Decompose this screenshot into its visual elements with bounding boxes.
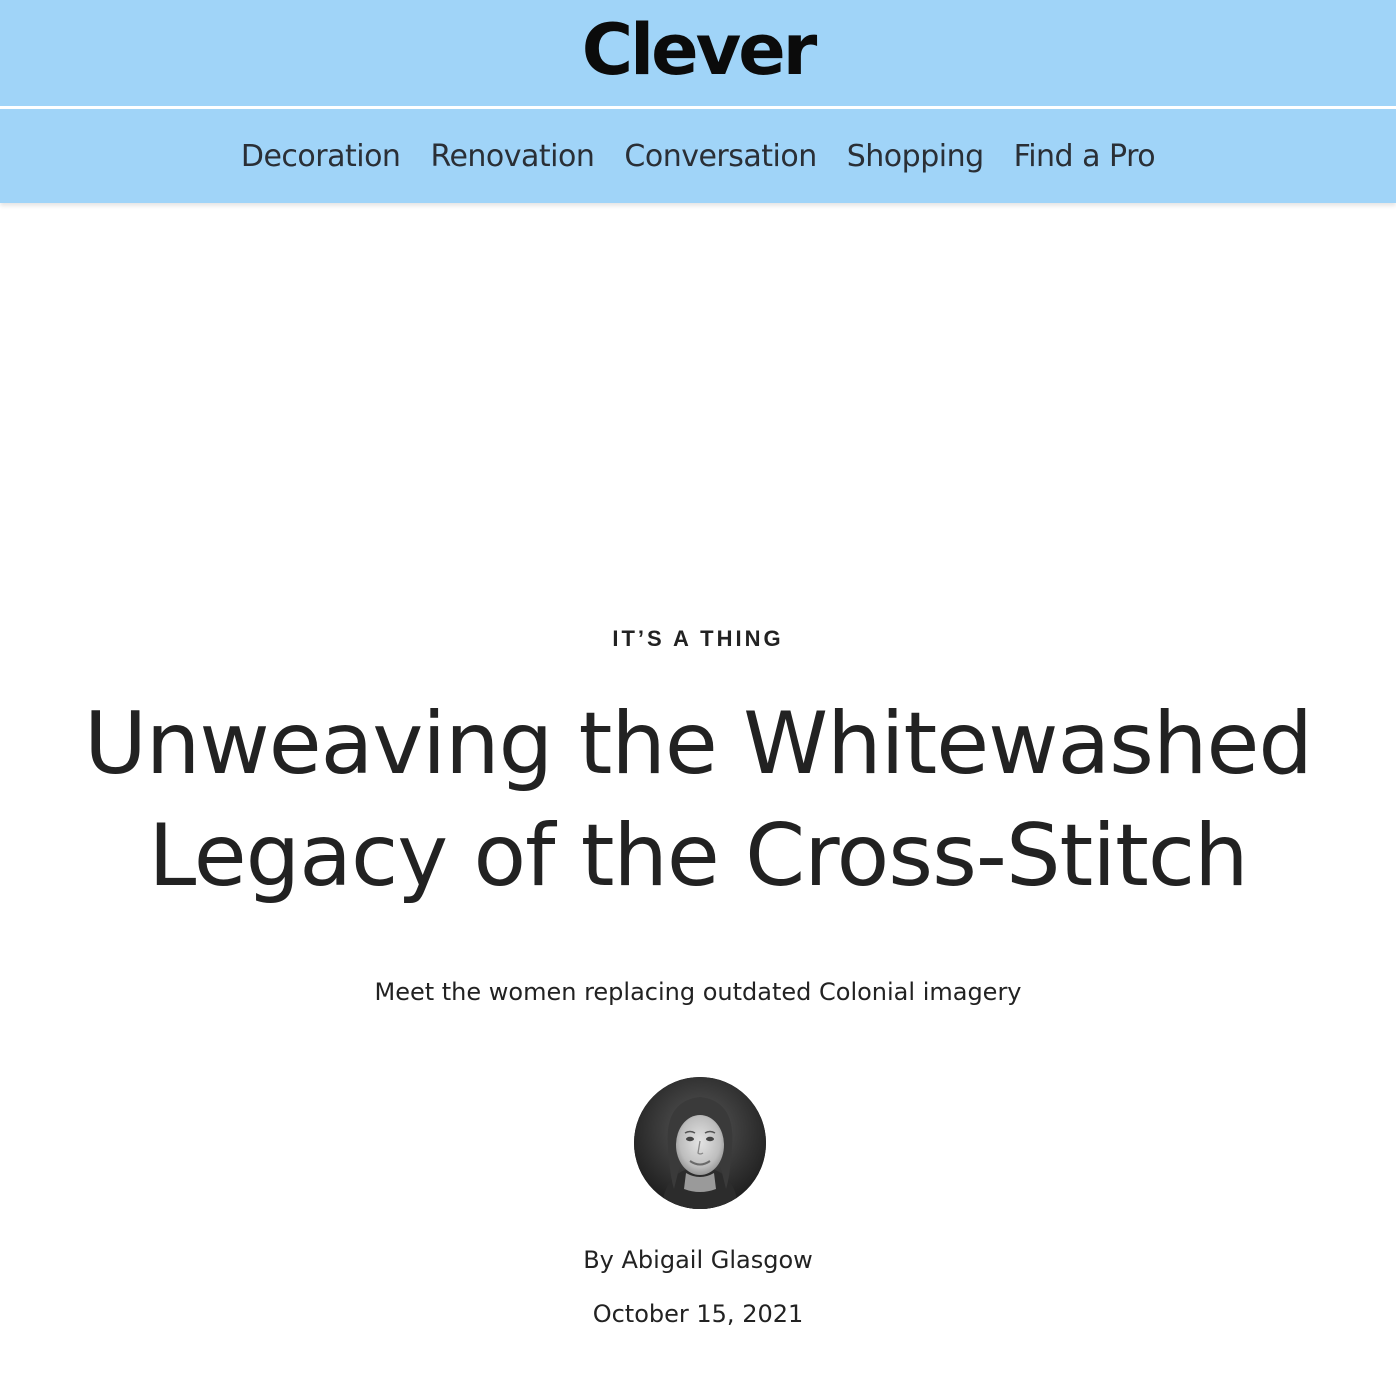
article-headline: Unweaving the Whitewashed Legacy of the … xyxy=(83,694,1313,906)
main-nav: Decoration Renovation Conversation Shopp… xyxy=(0,109,1396,203)
nav-item-find-a-pro[interactable]: Find a Pro xyxy=(1014,139,1156,174)
article-kicker[interactable]: IT’S A THING xyxy=(0,626,1396,652)
article-date: October 15, 2021 xyxy=(592,1300,804,1328)
nav-item-shopping[interactable]: Shopping xyxy=(847,139,984,174)
article-dek: Meet the women replacing outdated Coloni… xyxy=(374,978,1022,1006)
nav-item-conversation[interactable]: Conversation xyxy=(624,139,817,174)
article-byline[interactable]: By Abigail Glasgow xyxy=(0,1246,1396,1274)
nav-item-decoration[interactable]: Decoration xyxy=(241,139,401,174)
author-avatar[interactable] xyxy=(634,1077,766,1209)
site-logo[interactable]: Clever xyxy=(582,15,817,85)
nav-item-renovation[interactable]: Renovation xyxy=(430,139,594,174)
site-header: Clever xyxy=(0,0,1396,106)
author-photo xyxy=(634,1077,766,1209)
